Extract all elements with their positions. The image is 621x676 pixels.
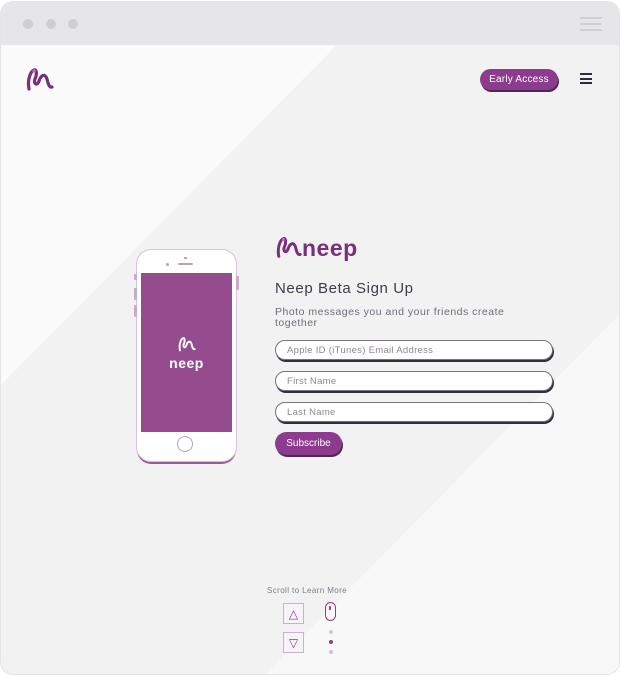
mouse-scroll-icon: [325, 602, 336, 621]
window-maximize-dot[interactable]: [68, 19, 78, 29]
window-minimize-dot[interactable]: [46, 19, 56, 29]
neep-logo-icon: [178, 336, 196, 351]
window-titlebar: [1, 2, 619, 45]
phone-side-button: [236, 276, 239, 290]
first-name-input[interactable]: [275, 371, 553, 391]
window-close-dot[interactable]: [23, 19, 33, 29]
page-indicator-dot[interactable]: [329, 650, 333, 654]
apple-id-email-input[interactable]: [275, 340, 553, 360]
phone-screen: neep: [141, 273, 232, 432]
phone-camera: [166, 263, 169, 266]
neep-logo-icon: [276, 237, 302, 258]
phone-side-button: [134, 274, 137, 280]
page-indicator-dot-active[interactable]: [329, 640, 333, 644]
scroll-hint: Scroll to Learn More: [267, 586, 348, 595]
phone-home-button: [177, 436, 193, 452]
triangle-down-icon: ▽: [288, 635, 299, 650]
browser-window: Early Access neep neep Neep Beta Sign Up…: [1, 2, 619, 674]
signup-heading: Neep Beta Sign Up: [275, 280, 414, 297]
neep-logo-icon[interactable]: [25, 65, 55, 93]
scroll-up-button[interactable]: △: [283, 603, 304, 624]
phone-brand-word: neep: [169, 354, 204, 371]
phone-mockup: neep: [134, 250, 239, 461]
phone-side-button: [134, 288, 137, 300]
hamburger-menu-icon[interactable]: [580, 73, 592, 85]
early-access-button[interactable]: Early Access: [480, 69, 558, 90]
page-content: Early Access neep neep Neep Beta Sign Up…: [1, 45, 619, 674]
brand-logo: neep: [275, 234, 358, 260]
scroll-down-button[interactable]: ▽: [283, 632, 304, 653]
page-indicator-dot[interactable]: [329, 630, 333, 634]
window-menu-icon[interactable]: [580, 17, 602, 31]
triangle-up-icon: △: [288, 606, 299, 621]
phone-top-sensor: [184, 257, 187, 259]
last-name-input[interactable]: [275, 402, 553, 422]
subscribe-button[interactable]: Subscribe: [275, 432, 342, 455]
signup-subheading: Photo messages you and your friends crea…: [275, 306, 505, 329]
phone-side-button: [134, 305, 137, 317]
brand-word: neep: [302, 235, 358, 261]
phone-speaker: [178, 263, 193, 265]
